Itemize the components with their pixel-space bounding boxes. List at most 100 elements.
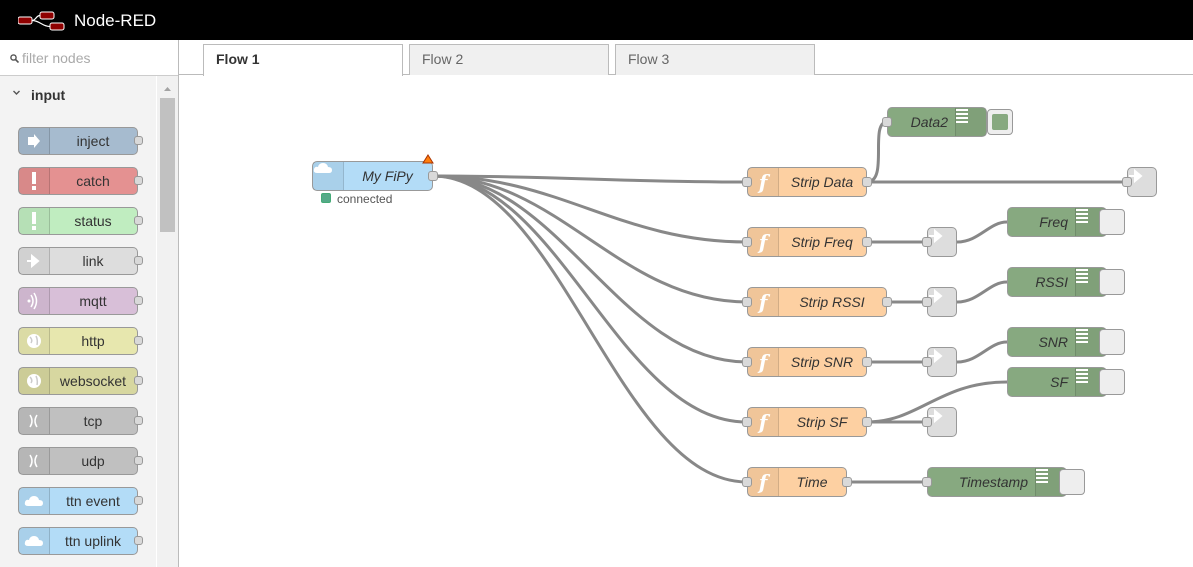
output-port[interactable] xyxy=(134,296,143,305)
palette-node-http[interactable]: http xyxy=(18,327,143,355)
input-port[interactable] xyxy=(922,417,932,427)
wire[interactable] xyxy=(956,220,1008,244)
flow-workspace[interactable]: My FiPy connected f Strip Data f Strip F… xyxy=(179,76,1193,567)
debug-toggle-button[interactable] xyxy=(1099,329,1125,355)
node-function-time[interactable]: f Time xyxy=(747,467,847,497)
palette-node-websocket[interactable]: websocket xyxy=(18,367,143,395)
palette-node-label: catch xyxy=(76,173,110,189)
node-label: RSSI xyxy=(1035,274,1068,290)
scroll-up-arrow-icon[interactable] xyxy=(160,84,175,94)
function-icon: f xyxy=(748,228,779,256)
node-my-fipy[interactable]: My FiPy xyxy=(312,161,433,191)
palette-node-inject[interactable]: inject xyxy=(18,127,143,155)
output-port[interactable] xyxy=(134,376,143,385)
search-icon xyxy=(10,54,19,63)
debug-toggle-button[interactable] xyxy=(1059,469,1085,495)
debug-toggle-button[interactable] xyxy=(1099,269,1125,295)
palette-node-ttn-event[interactable]: ttn event xyxy=(18,487,143,515)
palette-node-label: ttn uplink xyxy=(64,533,122,549)
wire[interactable] xyxy=(956,280,1008,304)
input-port[interactable] xyxy=(922,357,932,367)
inject-arrow-icon xyxy=(19,128,50,154)
node-label: Time xyxy=(796,474,828,490)
tab-flow-1[interactable]: Flow 1 xyxy=(203,44,403,76)
node-function-strip-snr[interactable]: f Strip SNR xyxy=(747,347,867,377)
changed-warning-icon xyxy=(422,154,434,164)
node-label: Strip Data xyxy=(790,174,854,190)
link-arrow-icon xyxy=(19,248,50,274)
node-debug-sf[interactable]: SF xyxy=(1007,367,1107,397)
output-port[interactable] xyxy=(862,417,872,427)
node-function-strip-freq[interactable]: f Strip Freq xyxy=(747,227,867,257)
input-port[interactable] xyxy=(922,297,932,307)
palette-node-status[interactable]: status xyxy=(18,207,143,235)
input-port[interactable] xyxy=(742,237,752,247)
output-port[interactable] xyxy=(862,237,872,247)
node-function-strip-rssi[interactable]: f Strip RSSI xyxy=(747,287,887,317)
palette-node-label: mqtt xyxy=(79,293,107,309)
node-debug-timestamp[interactable]: Timestamp xyxy=(927,467,1067,497)
wire[interactable] xyxy=(432,174,748,484)
node-debug-rssi[interactable]: RSSI xyxy=(1007,267,1107,297)
node-function-strip-data[interactable]: f Strip Data xyxy=(747,167,867,197)
debug-toggle-button[interactable] xyxy=(987,109,1013,135)
palette-node-tcp[interactable]: tcp xyxy=(18,407,143,435)
output-port[interactable] xyxy=(134,336,143,345)
output-port[interactable] xyxy=(882,297,892,307)
tab-flow-3[interactable]: Flow 3 xyxy=(615,44,815,75)
output-port[interactable] xyxy=(428,171,438,181)
output-port[interactable] xyxy=(134,176,143,185)
node-label: Data2 xyxy=(910,114,948,130)
input-port[interactable] xyxy=(922,477,932,487)
debug-toggle-button[interactable] xyxy=(1099,209,1125,235)
input-port[interactable] xyxy=(922,237,932,247)
output-port[interactable] xyxy=(862,357,872,367)
filter-nodes-input[interactable] xyxy=(22,48,162,68)
input-port[interactable] xyxy=(742,177,752,187)
function-icon: f xyxy=(748,348,779,376)
output-port[interactable] xyxy=(842,477,852,487)
palette-node-udp[interactable]: udp xyxy=(18,447,143,475)
palette-node-ttn-uplink[interactable]: ttn uplink xyxy=(18,527,143,555)
palette-node-label: status xyxy=(74,213,112,229)
node-debug-snr[interactable]: SNR xyxy=(1007,327,1107,357)
output-port[interactable] xyxy=(862,177,872,187)
palette-node-mqtt[interactable]: mqtt xyxy=(18,287,143,315)
node-function-strip-sf[interactable]: f Strip SF xyxy=(747,407,867,437)
input-port[interactable] xyxy=(742,477,752,487)
output-port[interactable] xyxy=(134,416,143,425)
palette-node-label: ttn event xyxy=(66,493,120,509)
input-port[interactable] xyxy=(742,417,752,427)
palette-scroll-thumb[interactable] xyxy=(160,98,175,232)
node-debug-data2[interactable]: Data2 xyxy=(887,107,987,137)
bridge-icon xyxy=(19,408,50,434)
output-port[interactable] xyxy=(134,496,143,505)
output-port[interactable] xyxy=(134,216,143,225)
input-port[interactable] xyxy=(742,357,752,367)
palette-category-input[interactable]: input xyxy=(0,76,156,114)
output-port[interactable] xyxy=(134,256,143,265)
input-port[interactable] xyxy=(742,297,752,307)
output-port[interactable] xyxy=(134,456,143,465)
wire[interactable] xyxy=(866,120,888,184)
cloud-icon xyxy=(19,488,50,514)
workspace-tabs: Flow 1 Flow 2 Flow 3 xyxy=(179,40,1193,76)
wire[interactable] xyxy=(432,174,748,364)
tab-flow-2[interactable]: Flow 2 xyxy=(409,44,609,75)
palette-node-catch[interactable]: catch xyxy=(18,167,143,195)
cloud-icon xyxy=(313,162,344,190)
function-icon: f xyxy=(748,408,779,436)
node-debug-freq[interactable]: Freq xyxy=(1007,207,1107,237)
palette-node-label: inject xyxy=(76,133,110,149)
input-port[interactable] xyxy=(882,117,892,127)
node-label: Strip Freq xyxy=(791,234,853,250)
debug-toggle-button[interactable] xyxy=(1099,369,1125,395)
palette-node-link[interactable]: link xyxy=(18,247,143,275)
input-port[interactable] xyxy=(1122,177,1132,187)
output-port[interactable] xyxy=(134,136,143,145)
wire[interactable] xyxy=(432,174,748,424)
node-label: Strip SNR xyxy=(790,354,854,370)
node-label: SNR xyxy=(1038,334,1068,350)
wire[interactable] xyxy=(956,340,1008,364)
output-port[interactable] xyxy=(134,536,143,545)
